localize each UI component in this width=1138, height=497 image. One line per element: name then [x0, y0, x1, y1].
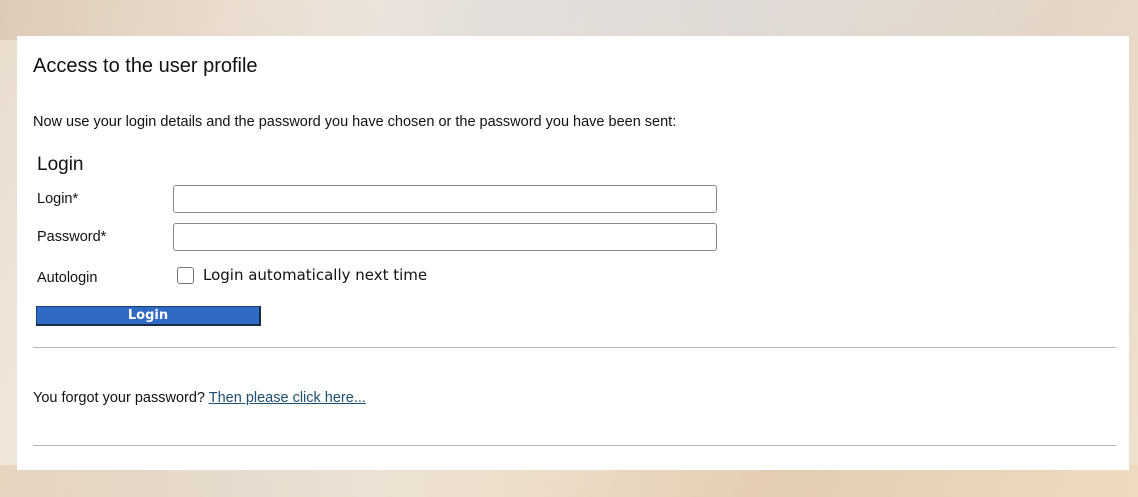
login-panel: Access to the user profile Now use your … — [17, 36, 1129, 470]
page-title: Access to the user profile — [33, 55, 258, 77]
login-section-heading: Login — [37, 154, 84, 175]
login-input[interactable] — [173, 185, 717, 213]
password-label: Password* — [37, 229, 107, 245]
password-input[interactable] — [173, 223, 717, 251]
forgot-password-prompt: You forgot your password? — [33, 390, 205, 406]
forgot-password-text: You forgot your password? Then please cl… — [33, 390, 366, 406]
divider — [33, 445, 1116, 446]
login-label: Login* — [37, 191, 79, 207]
forgot-password-link[interactable]: Then please click here... — [209, 390, 366, 406]
divider — [33, 347, 1116, 348]
autologin-checkbox-label[interactable]: Login automatically next time — [203, 266, 427, 284]
background-top-strip — [0, 0, 1138, 40]
intro-text: Now use your login details and the passw… — [33, 114, 677, 130]
autologin-checkbox[interactable] — [177, 266, 194, 284]
login-button[interactable]: Login — [36, 306, 261, 326]
autologin-label: Autologin — [37, 270, 98, 286]
autologin-checkbox-row[interactable]: Login automatically next time — [177, 266, 427, 284]
